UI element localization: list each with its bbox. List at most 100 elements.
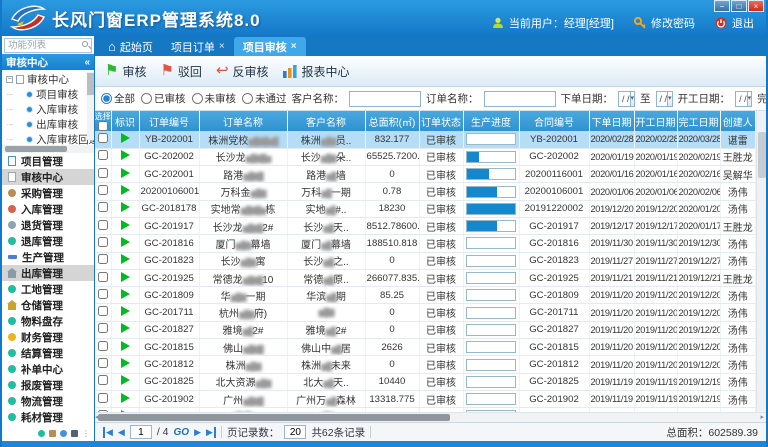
row-checkbox[interactable]: [98, 254, 108, 264]
row-checkbox[interactable]: [98, 150, 108, 160]
row-checkbox[interactable]: [98, 237, 108, 247]
row-checkbox[interactable]: [98, 289, 108, 299]
column-header-3[interactable]: 订单名称: [199, 111, 287, 131]
sidebar-item-1[interactable]: 审核中心: [2, 169, 94, 185]
radio-input[interactable]: [192, 93, 203, 104]
sidebar-item-4[interactable]: 退货管理: [2, 217, 94, 233]
column-header-2[interactable]: 订单编号: [139, 111, 199, 131]
sidebar-item-11[interactable]: 财务管理: [2, 329, 94, 345]
sidebar-item-10[interactable]: 物料盘存: [2, 313, 94, 329]
close-tab-icon[interactable]: ×: [219, 41, 225, 52]
column-header-10[interactable]: 开工日期: [634, 111, 677, 131]
row-checkbox[interactable]: [98, 341, 108, 351]
sidebar-item-14[interactable]: 报废管理: [2, 377, 94, 393]
column-header-5[interactable]: 总面积(㎡): [365, 111, 419, 131]
sidebar-item-6[interactable]: 生产管理: [2, 249, 94, 265]
order-name-input[interactable]: [484, 91, 556, 107]
order-date-from-input[interactable]: / /: [618, 91, 631, 107]
column-header-7[interactable]: 生产进度: [463, 111, 519, 131]
tree-item-2[interactable]: ·–出库审核: [6, 117, 86, 132]
first-page-button[interactable]: ◀: [103, 427, 113, 438]
module-dot-icon[interactable]: [38, 430, 45, 437]
order-date-to-input[interactable]: / /: [656, 91, 669, 107]
tree-hscrollbar[interactable]: [2, 145, 94, 153]
sidebar-item-2[interactable]: 采购管理: [2, 185, 94, 201]
prev-page-button[interactable]: ◀: [118, 427, 125, 438]
tree-scrollbar[interactable]: [87, 72, 94, 140]
row-checkbox[interactable]: [98, 202, 108, 212]
row-checkbox[interactable]: [98, 393, 108, 403]
table-row[interactable]: GC-201827雅境▆█2#雅境▆█2#0已审核GC-2018272019/1…: [95, 321, 756, 338]
column-header-11[interactable]: 完工日期: [677, 111, 720, 131]
logout-link[interactable]: 退出: [732, 15, 754, 31]
close-tab-icon[interactable]: ×: [291, 41, 297, 52]
sidebar-item-5[interactable]: 退库管理: [2, 233, 94, 249]
row-checkbox[interactable]: [98, 185, 108, 195]
radio-input[interactable]: [242, 93, 253, 104]
leaf-icon[interactable]: [60, 430, 67, 437]
table-row[interactable]: YB-202001株洲党校▆█▇█▆█株洲▆█▇员..832.177已审核YB-…: [95, 131, 756, 148]
tab-project-orders[interactable]: 项目订单×: [162, 37, 234, 56]
minimize-button[interactable]: −: [714, 0, 730, 12]
column-header-12[interactable]: 创建人: [720, 111, 756, 131]
table-row[interactable]: 20200106001万科金▆█▇万科▆█一期0.78已审核2020010600…: [95, 183, 756, 200]
row-checkbox[interactable]: [98, 375, 108, 385]
column-header-6[interactable]: 订单状态: [419, 111, 463, 131]
table-row[interactable]: GC-201809华▆█▇一期华滨▆█期85.25已审核GC-201809201…: [95, 287, 756, 304]
sidebar-item-16[interactable]: 耗材管理: [2, 409, 94, 425]
tab-project-audit[interactable]: 项目审核×: [234, 37, 306, 56]
column-header-1[interactable]: 标识: [111, 111, 139, 131]
tree-item-0[interactable]: ·–项目审核: [6, 87, 86, 102]
cart-icon[interactable]: [49, 430, 56, 437]
sidebar-item-8[interactable]: 工地管理: [2, 281, 94, 297]
column-header-0[interactable]: 选择: [95, 111, 111, 131]
row-checkbox[interactable]: [98, 133, 108, 143]
maximize-button[interactable]: □: [731, 0, 747, 12]
tree-item-3[interactable]: ·–入库审核回退: [6, 132, 86, 145]
close-button[interactable]: ×: [748, 0, 764, 12]
unaudit-button[interactable]: ↩反审核: [216, 63, 269, 80]
reject-button[interactable]: ⚑驳回: [160, 63, 201, 80]
sidebar-item-12[interactable]: 结算管理: [2, 345, 94, 361]
vscroll-thumb[interactable]: [758, 132, 766, 178]
row-checkbox[interactable]: [98, 323, 108, 333]
radio-3[interactable]: 未通过: [242, 91, 287, 106]
table-row[interactable]: GC-201925常德龙▆█▇█10常德▆█原..266077.835..已审核…: [95, 269, 756, 286]
table-row[interactable]: GC-201917长沙龙▆█▇█2#长沙▆█天..8512.78600..已审核…: [95, 217, 756, 234]
report-center-button[interactable]: 报表中心: [283, 63, 350, 80]
radio-2[interactable]: 未审核: [192, 91, 237, 106]
radio-input[interactable]: [101, 93, 112, 104]
row-checkbox[interactable]: [98, 272, 108, 282]
table-row[interactable]: GC-201812株洲▆█▇株洲▆█未来0已审核GC-2018122019/11…: [95, 356, 756, 373]
sidebar-item-13[interactable]: 补单中心: [2, 361, 94, 377]
tree-root[interactable]: − 审核中心: [6, 72, 86, 87]
last-page-button[interactable]: ▶: [206, 427, 216, 438]
tree-item-1[interactable]: ·–入库审核: [6, 102, 86, 117]
grid-hscrollbar[interactable]: ◂ ▸: [95, 412, 766, 422]
sidebar-item-15[interactable]: 物流管理: [2, 393, 94, 409]
column-header-4[interactable]: 客户名称: [287, 111, 365, 131]
row-checkbox[interactable]: [98, 358, 108, 368]
table-row[interactable]: GC-201711杭州▆█▇府)▆█▇0已审核GC-2017112019/11/…: [95, 304, 756, 321]
row-checkbox[interactable]: [98, 306, 108, 316]
table-row[interactable]: GC-2018178实地常▆█▇█▆栋实地▆█#..18230已审核201912…: [95, 200, 756, 217]
row-checkbox[interactable]: [98, 220, 108, 230]
scroll-right-icon[interactable]: ▸: [760, 413, 764, 422]
chevron-down-icon[interactable]: ▾: [668, 91, 673, 107]
tree-collapse-icon[interactable]: −: [6, 76, 13, 83]
collapse-icon[interactable]: «: [84, 57, 90, 68]
column-header-8[interactable]: 合同编号: [519, 111, 589, 131]
select-all-checkbox[interactable]: [98, 121, 108, 131]
sidebar-item-0[interactable]: 项目管理: [2, 153, 94, 169]
table-row[interactable]: GC-201816厦门▆█▇幕墙厦门▆█幕墙188510.818已审核GC-20…: [95, 235, 756, 252]
sidebar-item-9[interactable]: 仓储管理: [2, 297, 94, 313]
go-button[interactable]: GO: [174, 427, 190, 438]
start-date-input[interactable]: / /: [735, 91, 748, 107]
change-password-link[interactable]: 修改密码: [651, 15, 695, 31]
tab-start-page[interactable]: ⌂起始页: [99, 37, 162, 56]
table-row[interactable]: GC-201902广州▆█▇█广州万▆█森林13318.775已审核GC-201…: [95, 390, 756, 407]
table-row[interactable]: GC-202002长沙龙▆█▇█▆长沙▆█▇朵..65525.7200..已审核…: [95, 148, 756, 165]
radio-0[interactable]: 全部: [101, 91, 135, 106]
radio-input[interactable]: [141, 93, 152, 104]
customer-name-input[interactable]: [349, 91, 421, 107]
